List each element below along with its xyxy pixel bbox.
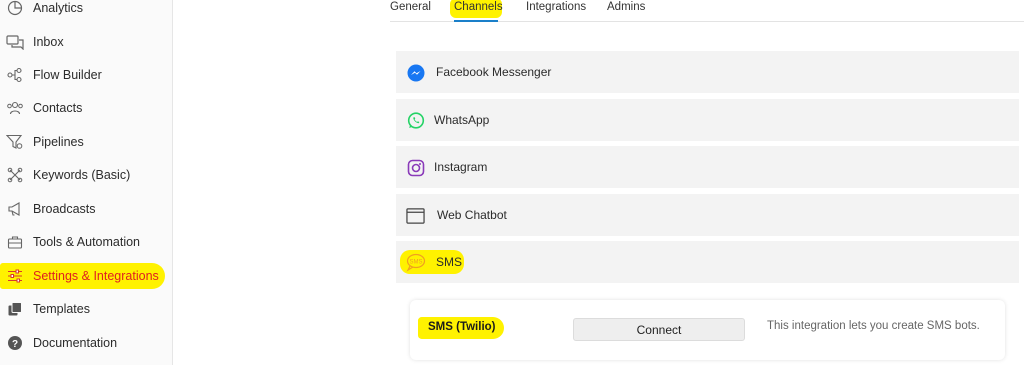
sms-integration-description: This integration lets you create SMS bot… <box>767 320 980 332</box>
channel-instagram[interactable]: Instagram <box>396 146 1019 188</box>
channel-whatsapp[interactable]: WhatsApp <box>396 99 1019 141</box>
channel-web-chatbot[interactable]: Web Chatbot <box>396 194 1019 236</box>
sidebar-item-label: Contacts <box>33 101 83 115</box>
flow-builder-icon <box>6 66 24 84</box>
analytics-icon <box>6 0 24 17</box>
sidebar-item-broadcasts[interactable]: Broadcasts <box>0 194 173 224</box>
tab-label: Admins <box>607 1 646 13</box>
sidebar-item-tools[interactable]: Tools & Automation <box>0 227 173 257</box>
sms-icon-text: SMS <box>409 260 422 266</box>
sidebar-item-label: Broadcasts <box>33 202 96 216</box>
tab-general[interactable]: General <box>390 1 431 13</box>
settings-tabs: General Channels Integrations Admins <box>390 0 1024 22</box>
help-icon: ? <box>6 334 24 352</box>
channel-label: Web Chatbot <box>437 208 507 222</box>
svg-text:?: ? <box>12 339 18 350</box>
sidebar: Analytics Inbox Flow Builder Contacts Pi… <box>0 0 173 365</box>
templates-icon <box>6 300 24 318</box>
inbox-icon <box>6 33 24 51</box>
sidebar-item-settings[interactable]: Settings & Integrations <box>0 261 173 291</box>
channel-label: WhatsApp <box>434 113 490 127</box>
browser-window-icon <box>406 206 425 225</box>
messenger-icon <box>406 63 425 82</box>
sms-integration-card: SMS (Twilio) Connect This integration le… <box>410 300 1005 360</box>
sms-integration-title: SMS (Twilio) <box>428 321 496 333</box>
connect-button[interactable]: Connect <box>573 318 745 341</box>
instagram-icon <box>406 158 425 177</box>
broadcasts-icon <box>6 200 24 218</box>
tab-admins[interactable]: Admins <box>607 1 645 13</box>
pipelines-icon <box>6 133 24 151</box>
channel-label: Facebook Messenger <box>436 65 552 79</box>
tab-channels[interactable]: Channels <box>450 0 503 22</box>
sidebar-item-label: Templates <box>33 302 90 316</box>
sidebar-item-templates[interactable]: Templates <box>0 294 173 324</box>
keywords-icon <box>6 166 24 184</box>
sidebar-item-label: Keywords (Basic) <box>33 168 131 182</box>
tab-label: Channels <box>454 1 503 13</box>
tab-label: Integrations <box>526 1 587 13</box>
channel-label: Instagram <box>434 160 488 174</box>
active-tab-underline <box>454 20 498 22</box>
tools-icon <box>6 233 24 251</box>
sidebar-item-label: Flow Builder <box>33 68 102 82</box>
whatsapp-icon <box>406 111 425 130</box>
channel-sms[interactable]: SMS SMS <box>396 241 1019 283</box>
sidebar-item-analytics[interactable]: Analytics <box>0 0 173 23</box>
channel-label: SMS <box>436 255 463 269</box>
sidebar-item-label: Settings & Integrations <box>33 269 159 283</box>
sidebar-item-keywords[interactable]: Keywords (Basic) <box>0 160 173 190</box>
sidebar-item-label: Analytics <box>33 1 84 15</box>
sidebar-item-label: Tools & Automation <box>33 235 141 249</box>
sidebar-item-pipelines[interactable]: Pipelines <box>0 127 173 157</box>
sidebar-item-contacts[interactable]: Contacts <box>0 93 173 123</box>
sidebar-item-documentation[interactable]: ? Documentation <box>0 328 173 358</box>
tab-label: General <box>390 1 431 13</box>
settings-sliders-icon <box>6 267 24 285</box>
sidebar-item-label: Inbox <box>33 35 64 49</box>
contacts-icon <box>6 99 24 117</box>
sidebar-item-label: Documentation <box>33 336 118 350</box>
tab-integrations[interactable]: Integrations <box>526 1 586 13</box>
channel-facebook-messenger[interactable]: Facebook Messenger <box>396 51 1019 93</box>
sidebar-item-inbox[interactable]: Inbox <box>0 27 173 57</box>
sidebar-item-label: Pipelines <box>33 135 84 149</box>
sidebar-item-flow-builder[interactable]: Flow Builder <box>0 60 173 90</box>
